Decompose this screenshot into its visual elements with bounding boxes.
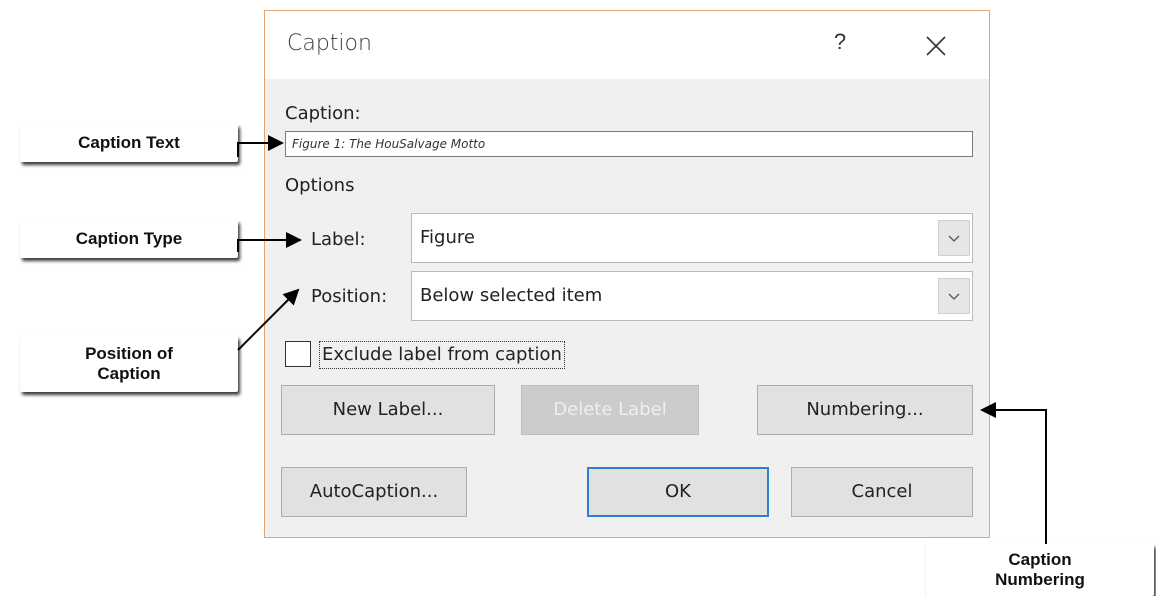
arrow-icon — [237, 232, 302, 252]
callout-arrows — [237, 135, 1047, 544]
arrow-icon — [237, 135, 284, 157]
arrow-icon — [980, 402, 1047, 544]
arrow-icon — [237, 288, 300, 351]
